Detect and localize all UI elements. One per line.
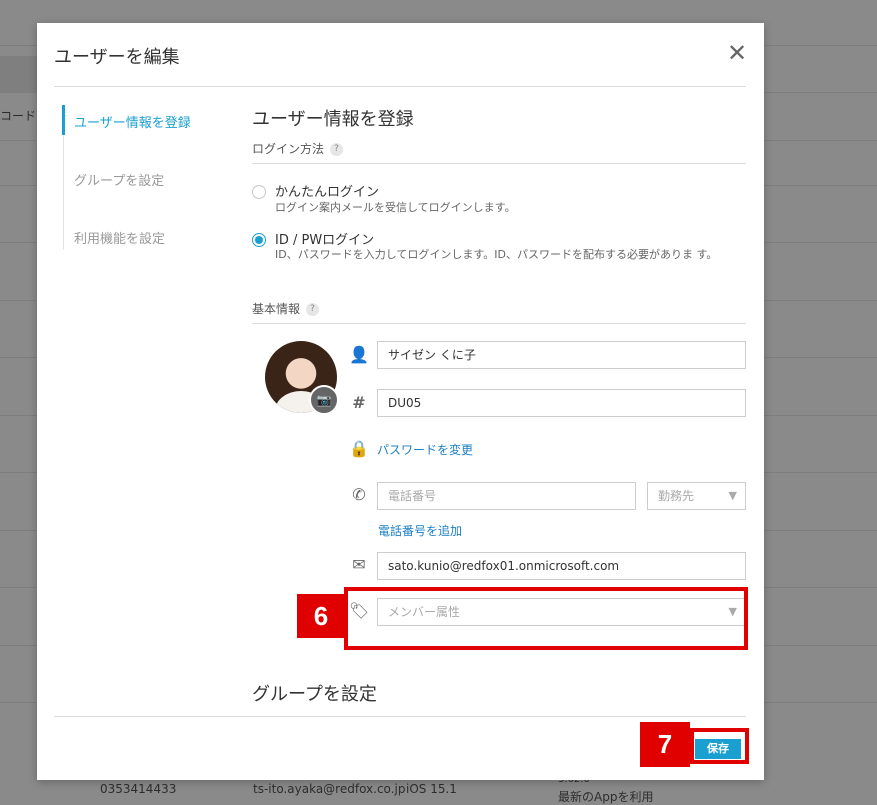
user-icon: 👤 — [349, 345, 369, 364]
phone-type-select[interactable]: 勤務先 ▼ — [647, 482, 746, 510]
nav-active-indicator — [62, 105, 65, 135]
easy-login-label: かんたんログイン — [275, 185, 380, 200]
section-title: ユーザー情報を登録 — [252, 109, 414, 130]
highlight-box-6 — [344, 587, 748, 650]
footer-divider — [54, 716, 746, 717]
easy-login-desc: ログイン案内メールを受信してログインします。 — [275, 201, 516, 214]
mail-icon: ✉ — [352, 555, 366, 574]
nav-item-features[interactable]: 利用機能を設定 — [74, 228, 165, 247]
highlight-box-7 — [690, 728, 749, 764]
name-input[interactable]: サイゼン くに子 — [377, 341, 746, 369]
camera-icon[interactable]: 📷 — [309, 385, 339, 415]
radio-id-pw-login[interactable] — [252, 233, 266, 247]
edit-user-modal: ユーザーを編集 ✕ ユーザー情報を登録 グループを設定 利用機能を設定 ユーザー… — [37, 23, 764, 780]
login-method-divider — [252, 163, 746, 164]
step-badge-7: 7 — [640, 722, 690, 767]
nav-item-group[interactable]: グループを設定 — [74, 170, 164, 189]
lock-icon: 🔒 — [349, 439, 369, 458]
add-phone-link[interactable]: 電話番号を追加 — [378, 522, 462, 539]
id-pw-login-label: ID / PWログイン — [275, 233, 375, 248]
step-badge-6: 6 — [297, 594, 345, 638]
background-phone: 0353414433 — [100, 782, 177, 796]
id-input[interactable]: DU05 — [377, 389, 746, 417]
id-pw-login-desc: ID、パスワードを入力してログインします。ID、パスワードを配布する必要がありま… — [275, 248, 718, 261]
close-icon[interactable]: ✕ — [727, 41, 747, 65]
nav-item-user-info[interactable]: ユーザー情報を登録 — [74, 112, 191, 131]
phone-input[interactable]: 電話番号 — [377, 482, 636, 510]
basic-info-divider — [252, 323, 746, 324]
background-email: ts-ito.ayaka@redfox.co.jp — [253, 782, 406, 796]
background-os: iOS 15.1 — [406, 782, 457, 796]
chevron-down-icon: ▼ — [728, 489, 737, 502]
email-input[interactable]: sato.kunio@redfox01.onmicrosoft.com — [377, 552, 746, 580]
basic-info-label: 基本情報? — [252, 300, 320, 317]
help-icon[interactable]: ? — [330, 143, 344, 156]
phone-icon: ✆ — [352, 485, 366, 504]
login-method-label: ログイン方法? — [252, 140, 344, 157]
radio-easy-login[interactable] — [252, 185, 266, 199]
header-divider — [54, 86, 746, 87]
background-column-label: コード — [0, 109, 37, 123]
background-band — [0, 56, 40, 92]
help-icon[interactable]: ? — [306, 303, 320, 316]
group-section-title: グループを設定 — [252, 684, 377, 705]
background-app-note: 最新のAppを利用 — [558, 790, 654, 804]
modal-title: ユーザーを編集 — [54, 47, 180, 68]
change-password-link[interactable]: パスワードを変更 — [377, 441, 473, 458]
hash-icon: # — [352, 393, 366, 412]
